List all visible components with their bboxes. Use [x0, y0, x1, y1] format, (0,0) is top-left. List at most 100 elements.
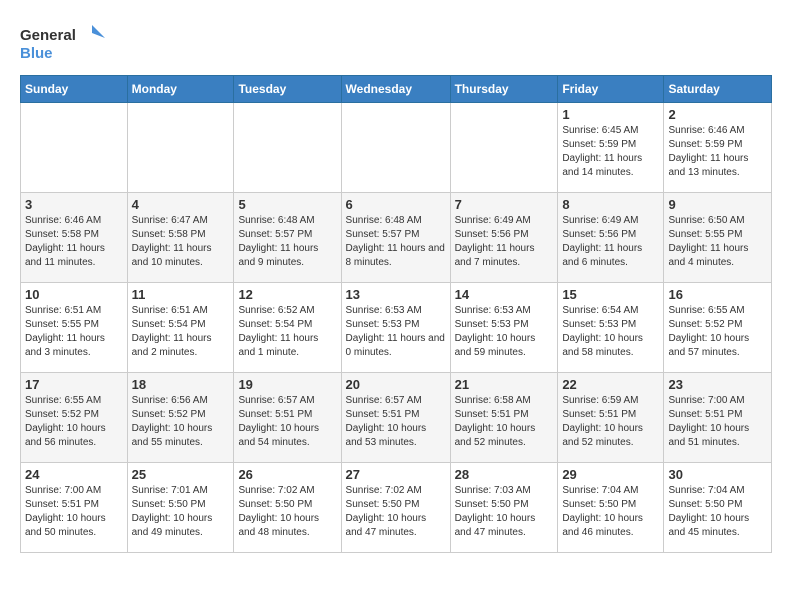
day-info: Sunrise: 7:04 AMSunset: 5:50 PMDaylight:… — [668, 484, 767, 540]
week-row-2: 3 Sunrise: 6:46 AMSunset: 5:58 PMDaylight… — [21, 193, 772, 283]
svg-text:General: General — [20, 27, 76, 44]
day-info: Sunrise: 6:45 AMSunset: 5:59 PMDaylight:… — [562, 124, 659, 180]
day-info: Sunrise: 6:47 AMSunset: 5:58 PMDaylight:… — [132, 214, 230, 270]
calendar-cell: 22Sunrise: 6:59 AMSunset: 5:51 PMDayligh… — [558, 373, 664, 463]
calendar-cell — [21, 103, 128, 193]
day-number: 6 — [346, 197, 446, 212]
day-number: 18 — [132, 377, 230, 392]
day-info: Sunrise: 6:51 AMSunset: 5:54 PMDaylight:… — [132, 304, 230, 360]
week-row-1: 1 Sunrise: 6:45 AMSunset: 5:59 PMDaylight… — [21, 103, 772, 193]
day-number: 1 — [562, 107, 659, 122]
calendar-cell: 18Sunrise: 6:56 AMSunset: 5:52 PMDayligh… — [127, 373, 234, 463]
weekday-header-wednesday: Wednesday — [341, 76, 450, 103]
calendar-cell: 29 Sunrise: 7:04 AMSunset: 5:50 PMDayligh… — [558, 463, 664, 553]
day-number: 15 — [562, 287, 659, 302]
calendar-cell: 28Sunrise: 7:03 AMSunset: 5:50 PMDayligh… — [450, 463, 558, 553]
day-info: Sunrise: 6:57 AMSunset: 5:51 PMDaylight:… — [346, 394, 446, 450]
day-info: Sunrise: 6:51 AMSunset: 5:55 PMDaylight:… — [25, 304, 123, 360]
calendar-cell: 5 Sunrise: 6:48 AMSunset: 5:57 PMDaylight… — [234, 193, 341, 283]
day-number: 4 — [132, 197, 230, 212]
calendar-cell: 10Sunrise: 6:51 AMSunset: 5:55 PMDayligh… — [21, 283, 128, 373]
day-info: Sunrise: 7:02 AMSunset: 5:50 PMDaylight:… — [238, 484, 336, 540]
day-number: 7 — [455, 197, 554, 212]
calendar-cell: 11 Sunrise: 6:51 AMSunset: 5:54 PMDayligh… — [127, 283, 234, 373]
weekday-header-saturday: Saturday — [664, 76, 772, 103]
day-number: 3 — [25, 197, 123, 212]
day-number: 20 — [346, 377, 446, 392]
calendar-cell: 20 Sunrise: 6:57 AMSunset: 5:51 PMDayligh… — [341, 373, 450, 463]
calendar-cell: 2 Sunrise: 6:46 AMSunset: 5:59 PMDaylight… — [664, 103, 772, 193]
day-number: 11 — [132, 287, 230, 302]
weekday-header-friday: Friday — [558, 76, 664, 103]
calendar-cell: 1 Sunrise: 6:45 AMSunset: 5:59 PMDaylight… — [558, 103, 664, 193]
day-number: 2 — [668, 107, 767, 122]
calendar-cell: 19 Sunrise: 6:57 AMSunset: 5:51 PMDayligh… — [234, 373, 341, 463]
day-info: Sunrise: 6:53 AMSunset: 5:53 PMDaylight:… — [346, 304, 446, 360]
logo: General Blue — [20, 20, 110, 65]
week-row-5: 24 Sunrise: 7:00 AMSunset: 5:51 PMDayligh… — [21, 463, 772, 553]
day-number: 12 — [238, 287, 336, 302]
day-number: 30 — [668, 467, 767, 482]
calendar-cell: 14 Sunrise: 6:53 AMSunset: 5:53 PMDayligh… — [450, 283, 558, 373]
day-info: Sunrise: 6:55 AMSunset: 5:52 PMDaylight:… — [25, 394, 123, 450]
day-number: 24 — [25, 467, 123, 482]
calendar-cell: 30 Sunrise: 7:04 AMSunset: 5:50 PMDayligh… — [664, 463, 772, 553]
logo-svg: General Blue — [20, 20, 110, 65]
day-info: Sunrise: 6:53 AMSunset: 5:53 PMDaylight:… — [455, 304, 554, 360]
day-number: 16 — [668, 287, 767, 302]
day-info: Sunrise: 6:52 AMSunset: 5:54 PMDaylight:… — [238, 304, 336, 360]
day-info: Sunrise: 6:50 AMSunset: 5:55 PMDaylight:… — [668, 214, 767, 270]
day-number: 28 — [455, 467, 554, 482]
day-number: 17 — [25, 377, 123, 392]
calendar-cell: 12 Sunrise: 6:52 AMSunset: 5:54 PMDayligh… — [234, 283, 341, 373]
weekday-header-sunday: Sunday — [21, 76, 128, 103]
day-info: Sunrise: 7:00 AMSunset: 5:51 PMDaylight:… — [25, 484, 123, 540]
day-info: Sunrise: 6:54 AMSunset: 5:53 PMDaylight:… — [562, 304, 659, 360]
day-info: Sunrise: 7:04 AMSunset: 5:50 PMDaylight:… — [562, 484, 659, 540]
calendar-table: SundayMondayTuesdayWednesdayThursdayFrid… — [20, 75, 772, 553]
day-number: 21 — [455, 377, 554, 392]
svg-text:Blue: Blue — [20, 45, 53, 62]
day-number: 27 — [346, 467, 446, 482]
calendar-cell: 16 Sunrise: 6:55 AMSunset: 5:52 PMDayligh… — [664, 283, 772, 373]
day-info: Sunrise: 6:55 AMSunset: 5:52 PMDaylight:… — [668, 304, 767, 360]
day-info: Sunrise: 6:46 AMSunset: 5:58 PMDaylight:… — [25, 214, 123, 270]
day-info: Sunrise: 6:48 AMSunset: 5:57 PMDaylight:… — [238, 214, 336, 270]
calendar-cell — [450, 103, 558, 193]
calendar-cell: 26Sunrise: 7:02 AMSunset: 5:50 PMDayligh… — [234, 463, 341, 553]
calendar-cell: 9 Sunrise: 6:50 AMSunset: 5:55 PMDaylight… — [664, 193, 772, 283]
day-number: 9 — [668, 197, 767, 212]
day-number: 22 — [562, 377, 659, 392]
calendar-cell — [234, 103, 341, 193]
calendar-cell: 23 Sunrise: 7:00 AMSunset: 5:51 PMDayligh… — [664, 373, 772, 463]
calendar-cell: 8Sunrise: 6:49 AMSunset: 5:56 PMDaylight… — [558, 193, 664, 283]
day-info: Sunrise: 6:57 AMSunset: 5:51 PMDaylight:… — [238, 394, 336, 450]
weekday-header-tuesday: Tuesday — [234, 76, 341, 103]
day-number: 25 — [132, 467, 230, 482]
weekday-header-row: SundayMondayTuesdayWednesdayThursdayFrid… — [21, 76, 772, 103]
day-info: Sunrise: 7:02 AMSunset: 5:50 PMDaylight:… — [346, 484, 446, 540]
calendar-cell: 27 Sunrise: 7:02 AMSunset: 5:50 PMDayligh… — [341, 463, 450, 553]
week-row-3: 10Sunrise: 6:51 AMSunset: 5:55 PMDayligh… — [21, 283, 772, 373]
weekday-header-thursday: Thursday — [450, 76, 558, 103]
day-info: Sunrise: 6:46 AMSunset: 5:59 PMDaylight:… — [668, 124, 767, 180]
calendar-cell: 21 Sunrise: 6:58 AMSunset: 5:51 PMDayligh… — [450, 373, 558, 463]
day-info: Sunrise: 7:00 AMSunset: 5:51 PMDaylight:… — [668, 394, 767, 450]
calendar-cell: 24 Sunrise: 7:00 AMSunset: 5:51 PMDayligh… — [21, 463, 128, 553]
day-number: 5 — [238, 197, 336, 212]
calendar-cell: 4 Sunrise: 6:47 AMSunset: 5:58 PMDaylight… — [127, 193, 234, 283]
calendar-cell: 17 Sunrise: 6:55 AMSunset: 5:52 PMDayligh… — [21, 373, 128, 463]
calendar-cell — [341, 103, 450, 193]
calendar-cell: 15 Sunrise: 6:54 AMSunset: 5:53 PMDayligh… — [558, 283, 664, 373]
day-info: Sunrise: 6:58 AMSunset: 5:51 PMDaylight:… — [455, 394, 554, 450]
day-number: 29 — [562, 467, 659, 482]
day-number: 8 — [562, 197, 659, 212]
calendar-cell: 6Sunrise: 6:48 AMSunset: 5:57 PMDaylight… — [341, 193, 450, 283]
calendar-cell: 7 Sunrise: 6:49 AMSunset: 5:56 PMDaylight… — [450, 193, 558, 283]
day-number: 23 — [668, 377, 767, 392]
day-number: 19 — [238, 377, 336, 392]
day-info: Sunrise: 6:49 AMSunset: 5:56 PMDaylight:… — [455, 214, 554, 270]
day-number: 14 — [455, 287, 554, 302]
calendar-cell — [127, 103, 234, 193]
page-header: General Blue — [20, 20, 772, 65]
